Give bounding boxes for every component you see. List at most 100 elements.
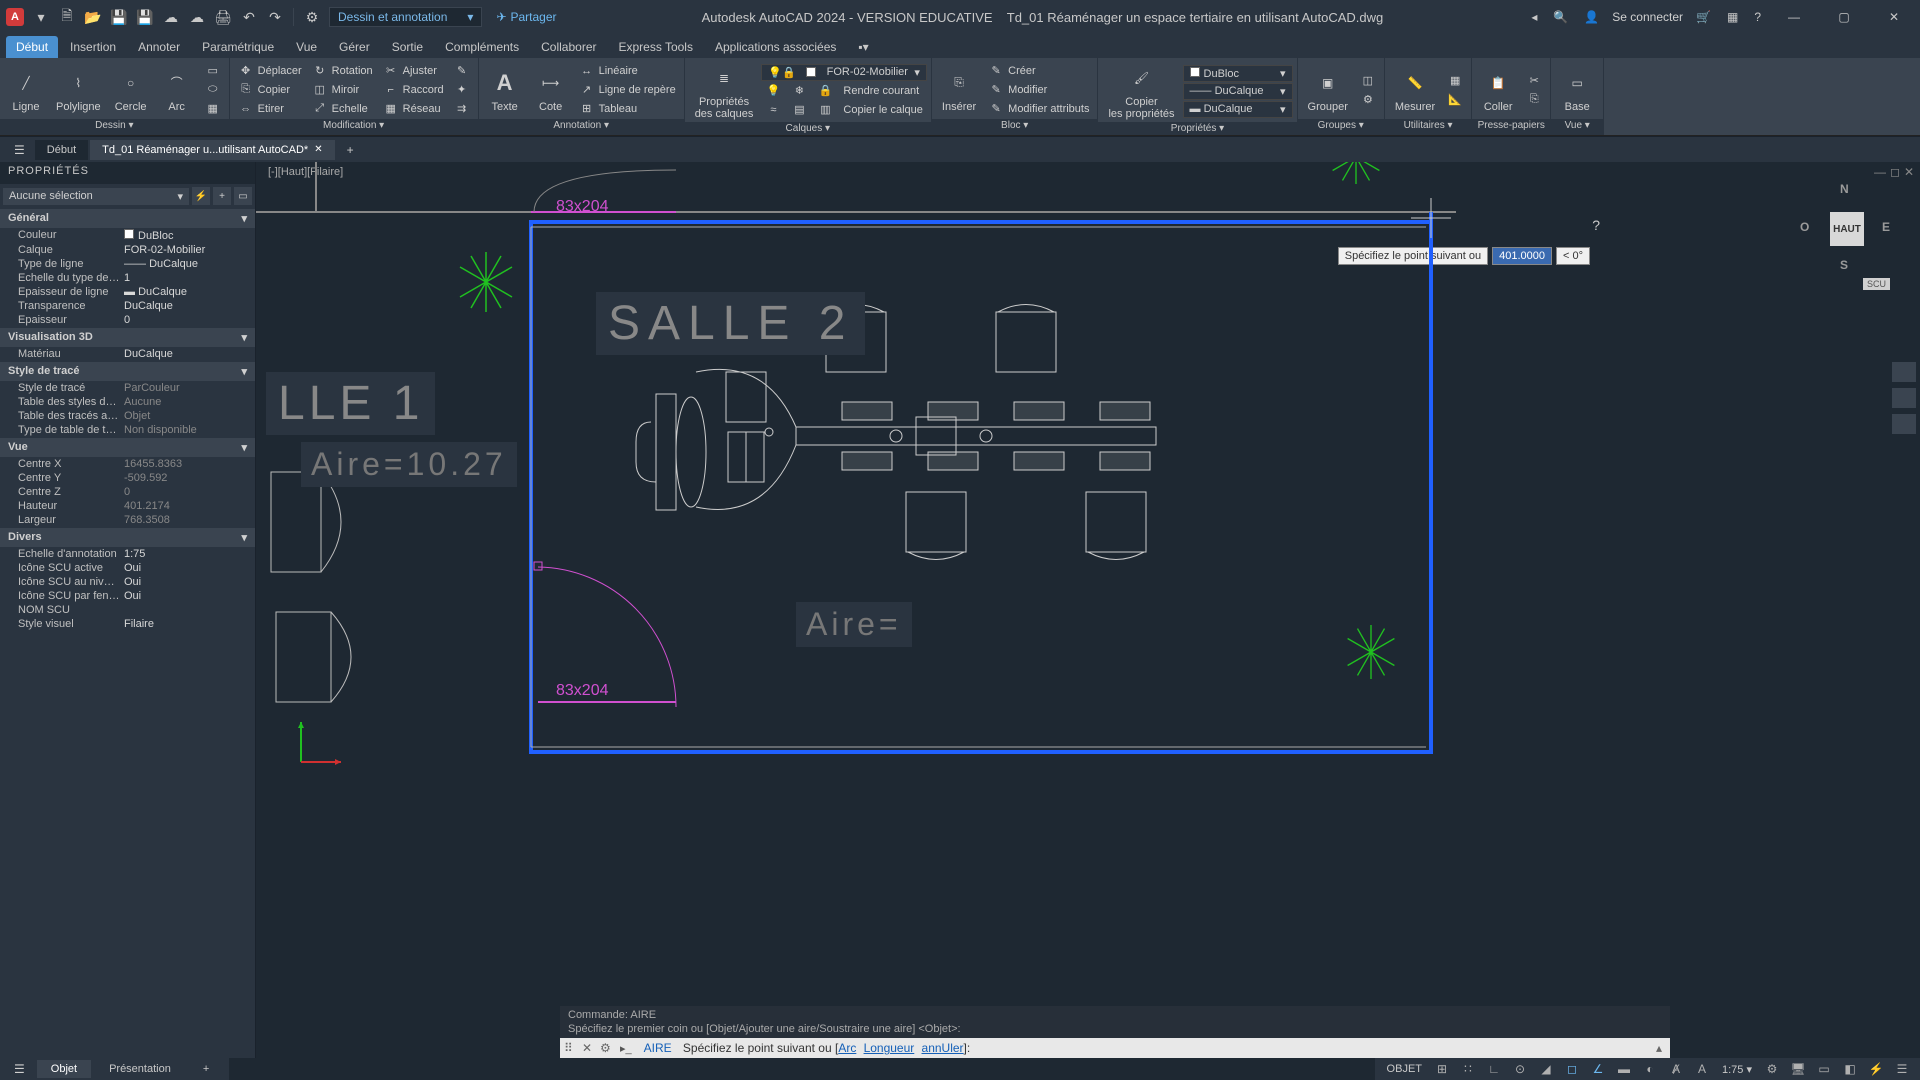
transparency-icon[interactable]: ◐ xyxy=(1640,1059,1660,1079)
section-divers[interactable]: Divers▾ xyxy=(0,527,255,547)
explode-button[interactable]: ✦ xyxy=(450,81,474,99)
prop-annscale-value[interactable]: 1:75 xyxy=(120,548,255,560)
filetab-menu-icon[interactable]: ☰ xyxy=(6,139,33,161)
quicksel-icon[interactable]: ⚡ xyxy=(192,187,210,205)
prop-color-value[interactable]: DuBloc xyxy=(120,229,255,242)
copy-clip-button[interactable]: ⎘ xyxy=(1522,90,1546,108)
cleanscreen-icon[interactable]: ▭ xyxy=(1814,1059,1834,1079)
selobj-icon[interactable]: ▭ xyxy=(234,187,252,205)
plot-icon[interactable]: 🖨 xyxy=(212,6,234,28)
ellipse-button[interactable]: ⬭ xyxy=(201,81,225,99)
ligne-button[interactable]: ╱Ligne xyxy=(4,65,48,115)
layer-tool2[interactable]: ❄ xyxy=(787,82,811,100)
vp-close-icon[interactable]: ✕ xyxy=(1904,165,1914,179)
grouper-button[interactable]: ▣Grouper xyxy=(1302,65,1354,115)
cmd-close-icon[interactable]: ✕ xyxy=(578,1041,596,1055)
panel-dessin[interactable]: Dessin ▾ xyxy=(0,119,229,135)
panel-proprietes[interactable]: Propriétés ▾ xyxy=(1098,122,1296,135)
lineaire-button[interactable]: ↔Linéaire xyxy=(575,62,680,80)
nav-prev-icon[interactable]: ◂ xyxy=(1528,7,1540,27)
prop-transp-value[interactable]: DuCalque xyxy=(120,300,255,312)
panel-annot[interactable]: Annotation ▾ xyxy=(479,119,684,135)
attrib-button[interactable]: ✎Modifier attributs xyxy=(984,100,1093,118)
modifier-bloc-button[interactable]: ✎Modifier xyxy=(984,81,1093,99)
monitor-icon[interactable]: 🖥 xyxy=(1788,1059,1808,1079)
rotation-button[interactable]: ↻Rotation xyxy=(308,62,377,80)
snap-icon[interactable]: ∷ xyxy=(1458,1059,1478,1079)
new-icon[interactable]: 🗎 xyxy=(56,6,78,28)
tab-collaborer[interactable]: Collaborer xyxy=(531,36,606,58)
polyligne-button[interactable]: ⌇Polyligne xyxy=(50,65,107,115)
status-objet[interactable]: OBJET xyxy=(1383,1063,1426,1075)
deplacer-button[interactable]: ✥Déplacer xyxy=(234,62,306,80)
prop-ltype-value[interactable]: —— DuCalque xyxy=(120,258,255,270)
layer-tool5[interactable]: ▤ xyxy=(787,101,811,119)
hardware-icon[interactable]: ⚡ xyxy=(1866,1059,1886,1079)
osnap-icon[interactable]: ◻ xyxy=(1562,1059,1582,1079)
layerprop-button[interactable]: ≣Propriétés des calques xyxy=(689,60,760,122)
reseau-button[interactable]: ▦Réseau xyxy=(379,100,448,118)
close-button[interactable]: ✕ xyxy=(1874,3,1914,31)
layer-tool6[interactable]: ▥ xyxy=(813,101,837,119)
isolate-icon[interactable]: ◧ xyxy=(1840,1059,1860,1079)
iso-icon[interactable]: ◢ xyxy=(1536,1059,1556,1079)
tab-extra-icon[interactable]: ▪▾ xyxy=(848,36,878,58)
layer-tool4[interactable]: ≈ xyxy=(761,101,785,119)
qat-menu-icon[interactable]: ▾ xyxy=(30,6,52,28)
vp-min-icon[interactable]: — xyxy=(1874,165,1886,179)
minimize-button[interactable]: — xyxy=(1774,3,1814,31)
vp-max-icon[interactable]: ◻ xyxy=(1890,165,1900,179)
lineweight-dropdown[interactable]: ▬ DuCalque▾ xyxy=(1183,101,1293,118)
prop-ucsicon-value[interactable]: Oui xyxy=(120,562,255,574)
workspace-gear-icon[interactable]: ⚙ xyxy=(301,6,323,28)
filetab-close-icon[interactable]: ✕ xyxy=(314,144,322,155)
navbar-pan-icon[interactable] xyxy=(1892,362,1916,382)
prop-ucsvp-value[interactable]: Oui xyxy=(120,590,255,602)
customize-icon[interactable]: ☰ xyxy=(1892,1059,1912,1079)
prop-ucsorigin-value[interactable]: Oui xyxy=(120,576,255,588)
layer-dropdown[interactable]: 💡🔒 FOR-02-Mobilier▾ xyxy=(761,64,927,81)
save-icon[interactable]: 💾 xyxy=(108,6,130,28)
navbar-orbit-icon[interactable] xyxy=(1892,414,1916,434)
panel-vue[interactable]: Vue ▾ xyxy=(1551,119,1603,135)
open-icon[interactable]: 📂 xyxy=(82,6,104,28)
grid-icon[interactable]: ⊞ xyxy=(1432,1059,1452,1079)
polar-icon[interactable]: ⊙ xyxy=(1510,1059,1530,1079)
layer-tool3[interactable]: 🔒 xyxy=(813,82,837,100)
creer-bloc-button[interactable]: ✎Créer xyxy=(984,62,1093,80)
panel-bloc[interactable]: Bloc ▾ xyxy=(932,119,1098,135)
tab-add-layout[interactable]: + xyxy=(189,1060,223,1078)
autoscale-icon[interactable]: A xyxy=(1692,1059,1712,1079)
tab-apps[interactable]: Applications associées xyxy=(705,36,846,58)
section-vue[interactable]: Vue▾ xyxy=(0,437,255,457)
groupedit-button[interactable]: ⚙ xyxy=(1356,90,1380,108)
tab-vue[interactable]: Vue xyxy=(286,36,327,58)
web-save-icon[interactable]: ☁ xyxy=(186,6,208,28)
navbar-zoom-icon[interactable] xyxy=(1892,388,1916,408)
prop-lweight-value[interactable]: ▬ DuCalque xyxy=(120,286,255,298)
raccord-button[interactable]: ⌐Raccord xyxy=(379,81,448,99)
mesurer-button[interactable]: 📏Mesurer xyxy=(1389,65,1441,115)
panel-calques[interactable]: Calques ▾ xyxy=(685,122,931,135)
panel-groupes[interactable]: Groupes ▾ xyxy=(1298,119,1384,135)
cmd-opt-undo[interactable]: annUler xyxy=(922,1041,964,1055)
workspace-dropdown[interactable]: Dessin et annotation ▾ xyxy=(329,7,482,27)
base-button[interactable]: ▭Base xyxy=(1555,65,1599,115)
signin-label[interactable]: Se connecter xyxy=(1612,10,1683,24)
layer-tool1[interactable]: 💡 xyxy=(761,82,785,100)
web-open-icon[interactable]: ☁ xyxy=(160,6,182,28)
annvisibility-icon[interactable]: Ⱥ xyxy=(1666,1059,1686,1079)
echelle-button[interactable]: ⤢Echelle xyxy=(308,100,377,118)
tab-parametrique[interactable]: Paramétrique xyxy=(192,36,284,58)
tableau-button[interactable]: ⊞Tableau xyxy=(575,100,680,118)
cmd-custom-icon[interactable]: ⚙ xyxy=(596,1041,614,1055)
user-icon[interactable]: 👤 xyxy=(1581,7,1602,27)
cut-button[interactable]: ✂ xyxy=(1522,71,1546,89)
miroir-button[interactable]: ◫Miroir xyxy=(308,81,377,99)
linetype-dropdown[interactable]: —— DuCalque▾ xyxy=(1183,83,1293,100)
search-icon[interactable]: 🔍 xyxy=(1550,7,1571,27)
command-input[interactable]: AIRE Spécifiez le point suivant ou [Arc … xyxy=(638,1038,1652,1058)
cmd-opt-long[interactable]: Longueur xyxy=(864,1041,915,1055)
etirer-button[interactable]: ⇔Etirer xyxy=(234,100,306,118)
copier-calque-button[interactable]: Copier le calque xyxy=(839,101,927,119)
